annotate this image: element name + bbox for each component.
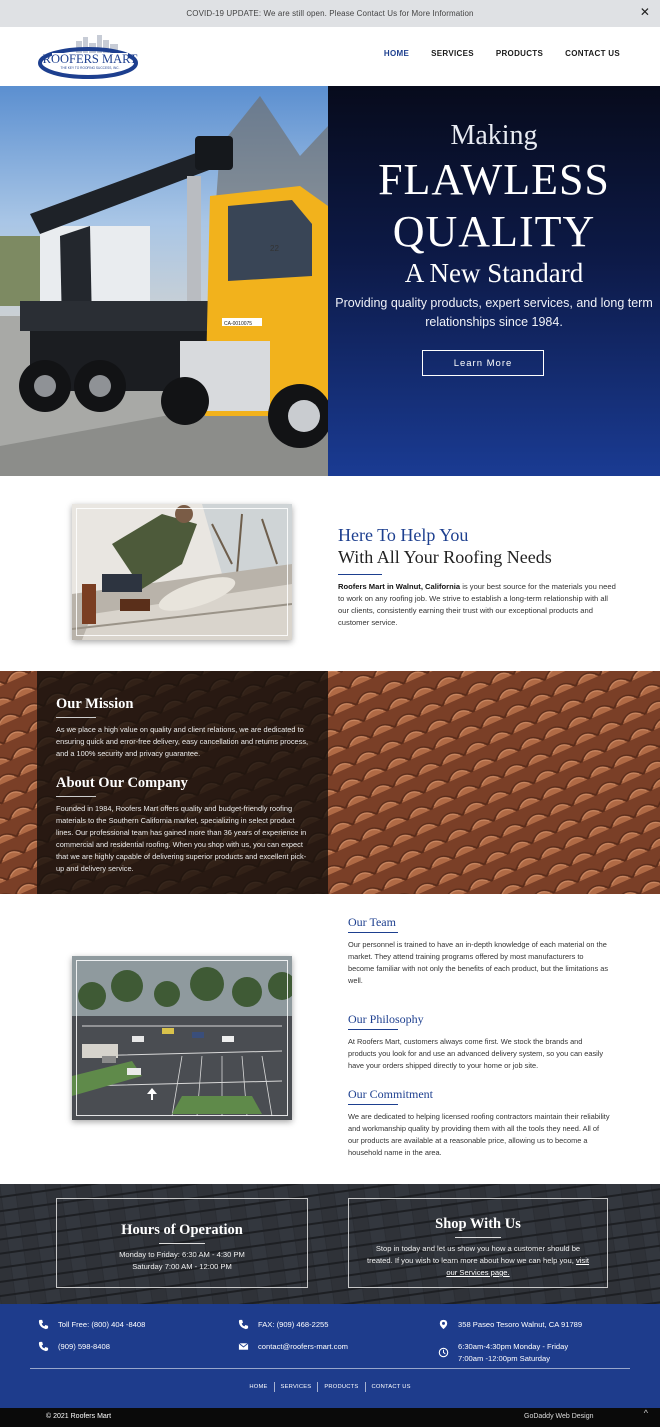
footer-toll-free-text: Toll Free: (800) 404 -8408 — [58, 1320, 146, 1329]
hero-truck-image: 22 CA-0010075 — [0, 86, 328, 476]
footer-toll-free[interactable]: Toll Free: (800) 404 -8408 — [38, 1319, 145, 1331]
main-nav: HOME SERVICES PRODUCTS CONTACT US — [384, 49, 620, 58]
mission-heading: Our Mission — [56, 696, 134, 712]
hours-saturday: Saturday 7:00 AM - 12:00 PM — [132, 1262, 232, 1271]
mission-divider — [56, 717, 96, 718]
site-logo[interactable]: ROOFERS MART THE KEY TO ROOFING SUCCESS,… — [38, 33, 142, 81]
footer-email[interactable]: contact@roofers-mart.com — [238, 1341, 348, 1353]
team-heading: Our Team — [348, 915, 396, 929]
about-divider — [56, 796, 96, 797]
help-section: Here To Help You With All Your Roofing N… — [0, 476, 660, 671]
hero-section: 22 CA-0010075 Making FLAWLESS QUALITY A … — [0, 86, 660, 476]
scroll-up-icon[interactable]: ^ — [644, 1408, 648, 1418]
footer-email-text: contact@roofers-mart.com — [258, 1342, 348, 1351]
about-body: Founded in 1984, Roofers Mart offers qua… — [56, 804, 307, 873]
help-lead: Roofers Mart in Walnut, California — [338, 582, 461, 591]
philosophy-heading: Our Philosophy — [348, 1012, 424, 1026]
truck-plate: CA-0010075 — [224, 321, 252, 327]
map-pin-icon — [439, 1319, 448, 1330]
help-heading: Here To Help You — [338, 525, 469, 545]
hero-panel: Making FLAWLESS QUALITY A New Standard P… — [328, 86, 660, 476]
nav-services[interactable]: SERVICES — [431, 49, 474, 58]
nav-home[interactable]: HOME — [384, 49, 409, 58]
copyright-bar: © 2021 Roofers Mart GoDaddy Web Design ^ — [0, 1408, 660, 1427]
footer-nav-home[interactable]: HOME — [243, 1384, 273, 1390]
shop-paragraph: Stop in today and let us show you how a … — [349, 1243, 607, 1279]
help-subheading: With All Your Roofing Needs — [338, 547, 552, 567]
footer-nav: HOME SERVICES PRODUCTS CONTACT US — [0, 1382, 660, 1392]
phone-icon — [238, 1319, 249, 1330]
help-divider — [338, 574, 382, 575]
hours-divider — [159, 1243, 205, 1244]
site-header: ROOFERS MART THE KEY TO ROOFING SUCCESS,… — [0, 27, 660, 86]
footer-divider — [30, 1368, 630, 1369]
commitment-divider — [348, 1104, 398, 1105]
hours-box: Hours of Operation Monday to Friday: 6:3… — [56, 1198, 308, 1288]
envelope-icon — [238, 1342, 249, 1350]
team-section: Our Team Our personnel is trained to hav… — [0, 894, 660, 1184]
learn-more-button[interactable]: Learn More — [422, 350, 544, 376]
footer-hours-weekday: 6:30am-4:30pm Monday - Friday — [458, 1342, 569, 1351]
hero-line-quality: QUALITY — [392, 207, 596, 256]
team-divider — [348, 932, 398, 933]
shop-heading: Shop With Us — [435, 1216, 521, 1232]
hero-line-flawless: FLAWLESS — [378, 155, 610, 204]
help-text-block: Here To Help You With All Your Roofing N… — [338, 524, 618, 629]
footer-hours: 6:30am-4:30pm Monday - Friday 7:00am -12… — [438, 1341, 568, 1365]
shop-divider — [455, 1237, 501, 1238]
footer-phone[interactable]: (909) 598-8408 — [38, 1341, 110, 1353]
clock-icon — [438, 1347, 449, 1358]
roofer-working-image — [72, 504, 292, 640]
parking-lot-image — [72, 956, 292, 1120]
site-footer: Toll Free: (800) 404 -8408 (909) 598-840… — [0, 1304, 660, 1408]
about-heading: About Our Company — [56, 775, 188, 791]
hero-line-making: Making — [450, 120, 538, 151]
mission-section: Our Mission As we place a high value on … — [0, 671, 660, 894]
logo-text: ROOFERS MART — [43, 52, 138, 66]
commitment-heading: Our Commitment — [348, 1087, 433, 1101]
commitment-block: Our Commitment We are dedicated to helpi… — [348, 1086, 610, 1159]
footer-fax: FAX: (909) 468-2255 — [238, 1319, 329, 1331]
footer-phone-text: (909) 598-8408 — [58, 1342, 110, 1351]
logo-tagline: THE KEY TO ROOFING SUCCESS, INC. — [61, 66, 120, 70]
phone-icon — [38, 1341, 49, 1352]
footer-address[interactable]: 358 Paseo Tesoro Walnut, CA 91789 — [438, 1319, 582, 1331]
footer-nav-products[interactable]: PRODUCTS — [318, 1384, 364, 1390]
nav-contact-us[interactable]: CONTACT US — [565, 49, 620, 58]
shop-body: Stop in today and let us show you how a … — [366, 1244, 581, 1265]
hours-weekday: Monday to Friday: 6:30 AM - 4:30 PM — [119, 1250, 245, 1259]
hours-heading: Hours of Operation — [121, 1222, 243, 1238]
truck-number: 22 — [270, 244, 279, 253]
godaddy-credit-link[interactable]: GoDaddy Web Design — [524, 1413, 594, 1420]
cta-section: Hours of Operation Monday to Friday: 6:3… — [0, 1184, 660, 1304]
shop-box: Shop With Us Stop in today and let us sh… — [348, 1198, 608, 1288]
footer-nav-contact-us[interactable]: CONTACT US — [366, 1384, 417, 1390]
footer-nav-services[interactable]: SERVICES — [275, 1384, 318, 1390]
help-paragraph: Roofers Mart in Walnut, California is yo… — [338, 581, 618, 629]
commitment-body: We are dedicated to helping licensed roo… — [348, 1112, 610, 1157]
team-body: Our personnel is trained to have an in-d… — [348, 940, 609, 985]
roofers-mart-logo-icon: ROOFERS MART THE KEY TO ROOFING SUCCESS,… — [38, 35, 138, 79]
close-icon[interactable]: ✕ — [640, 6, 650, 18]
phone-icon — [38, 1319, 49, 1330]
announcement-bar: COVID-19 UPDATE: We are still open. Plea… — [0, 0, 660, 27]
mission-body: As we place a high value on quality and … — [56, 725, 309, 758]
hero-subtitle: Providing quality products, expert servi… — [335, 296, 653, 329]
philosophy-block: Our Philosophy At Roofers Mart, customer… — [348, 1011, 610, 1072]
nav-products[interactable]: PRODUCTS — [496, 49, 543, 58]
hero-line-standard: A New Standard — [404, 258, 584, 288]
footer-address-text: 358 Paseo Tesoro Walnut, CA 91789 — [458, 1320, 583, 1329]
footer-hours-saturday: 7:00am -12:00pm Saturday — [458, 1354, 551, 1363]
philosophy-divider — [348, 1029, 398, 1030]
copyright-text: © 2021 Roofers Mart — [46, 1413, 112, 1420]
team-block: Our Team Our personnel is trained to hav… — [348, 914, 610, 987]
philosophy-body: At Roofers Mart, customers always come f… — [348, 1037, 604, 1070]
mission-text-block: Our Mission As we place a high value on … — [56, 695, 312, 875]
footer-fax-text: FAX: (909) 468-2255 — [258, 1320, 329, 1329]
announcement-text: COVID-19 UPDATE: We are still open. Plea… — [186, 9, 474, 18]
